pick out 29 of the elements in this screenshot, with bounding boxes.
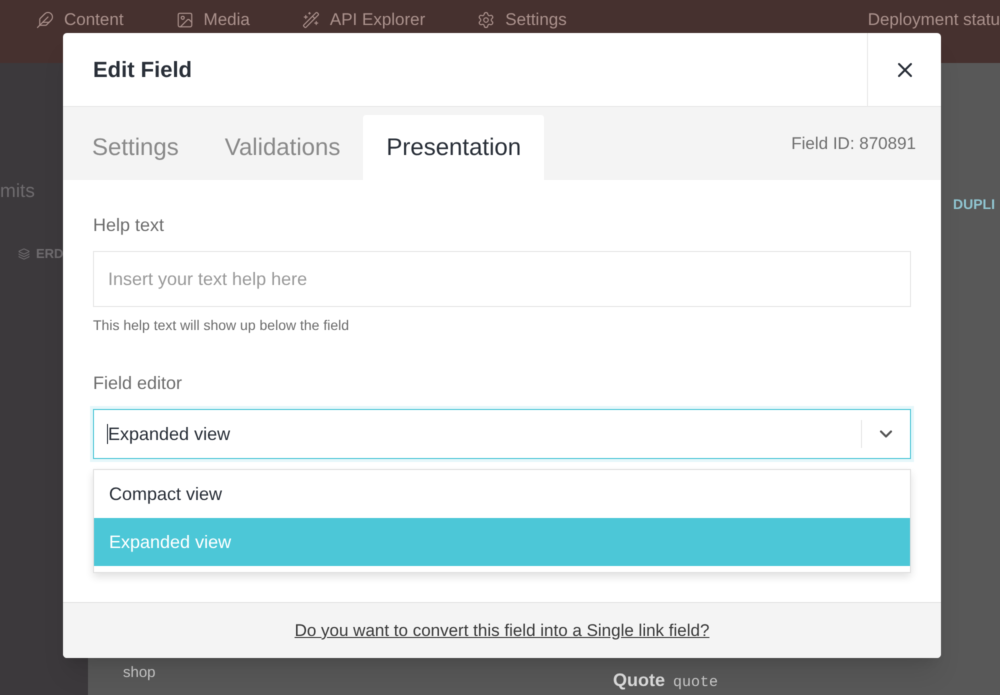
nav-link[interactable]: Settings [505, 10, 567, 30]
tab[interactable]: Presentation [363, 115, 544, 180]
duplicate-action[interactable]: DUPLI [953, 194, 995, 215]
deployment-status: Deployment statu [868, 10, 1000, 30]
help-text-input[interactable]: Insert your text help here [93, 251, 911, 307]
list-item: shop [123, 663, 156, 683]
layers-icon [18, 248, 30, 260]
dropdown-option[interactable]: Compact view [94, 470, 910, 518]
nav-link[interactable]: API Explorer [330, 10, 426, 30]
entry-code: quote [673, 673, 718, 693]
tab[interactable]: Validations [202, 115, 364, 180]
entry-title: Quote [613, 669, 665, 692]
dialog-title: Edit Field [92, 56, 192, 84]
tab[interactable]: Settings [69, 115, 202, 180]
feather-icon [36, 11, 54, 29]
text-cursor [107, 424, 108, 444]
image-icon [176, 11, 194, 29]
wand-icon [302, 11, 320, 29]
dropdown-option[interactable]: Expanded view [94, 518, 910, 566]
field-label: Help text [93, 214, 166, 237]
select-value: Expanded view [108, 422, 230, 446]
field-id: Field ID: 870891 [791, 132, 916, 155]
field-label: Field editor [93, 372, 184, 395]
nav-link[interactable]: Content [64, 10, 124, 30]
gear-icon [477, 11, 496, 29]
field-editor-select[interactable]: Expanded view [93, 409, 911, 459]
help-hint: This help text will show up below the field [93, 316, 350, 335]
convert-link[interactable]: Do you want to convert this field into a Single link field? [294, 618, 710, 644]
nav-link[interactable]: Media [204, 10, 250, 30]
